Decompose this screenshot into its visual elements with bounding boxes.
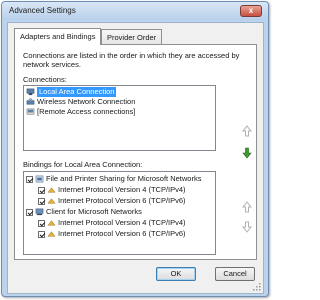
tab-adapters-and-bindings[interactable]: Adapters and Bindings <box>14 28 102 45</box>
list-item[interactable]: [Remote Access connections] <box>26 107 135 117</box>
move-up-arrow-icon[interactable] <box>240 124 254 138</box>
tab-panel: Connections are listed in the order in w… <box>14 44 257 260</box>
connection-label: Local Area Connection <box>37 87 117 98</box>
file-printer-sharing-icon <box>35 175 44 183</box>
connections-list[interactable]: Local Area Connection Wireless Network C… <box>23 85 216 151</box>
tab-provider-order[interactable]: Provider Order <box>101 29 163 44</box>
remote-access-icon <box>26 108 35 115</box>
binding-label: Internet Protocol Version 4 (TCP/IPv4) <box>58 218 186 228</box>
wireless-adapter-icon <box>26 98 35 105</box>
bindings-label: Bindings for Local Area Connection: <box>23 160 143 169</box>
list-item[interactable]: Local Area Connection <box>26 87 117 98</box>
protocol-icon <box>47 231 56 237</box>
network-adapter-icon <box>26 88 35 96</box>
tree-item[interactable]: Internet Protocol Version 6 (TCP/IPv6) <box>38 196 186 206</box>
list-item[interactable]: Wireless Network Connection <box>26 97 135 107</box>
binding-label: Client for Microsoft Networks <box>46 207 142 217</box>
window-title: Advanced Settings <box>9 6 76 15</box>
binding-checkbox[interactable] <box>26 208 33 216</box>
ok-button[interactable]: OK <box>156 267 196 281</box>
close-button[interactable]: x <box>240 5 262 17</box>
tree-item[interactable]: Internet Protocol Version 4 (TCP/IPv4) <box>38 185 186 195</box>
binding-label: Internet Protocol Version 6 (TCP/IPv6) <box>58 229 186 239</box>
resize-grip-icon[interactable] <box>253 283 261 291</box>
tree-item[interactable]: Client for Microsoft Networks <box>26 207 142 217</box>
title-bar[interactable]: Advanced Settings x <box>2 2 268 20</box>
tree-item[interactable]: Internet Protocol Version 6 (TCP/IPv6) <box>38 229 186 239</box>
tab-label: Provider Order <box>107 33 157 42</box>
bindings-tree[interactable]: File and Printer Sharing for Microsoft N… <box>23 171 216 255</box>
cancel-button[interactable]: Cancel <box>215 267 255 281</box>
protocol-icon <box>47 187 56 193</box>
dialog-body: Adapters and Bindings Provider Order Con… <box>7 22 264 294</box>
connection-label: [Remote Access connections] <box>37 107 136 117</box>
tab-label: Adapters and Bindings <box>20 32 96 41</box>
protocol-icon <box>47 198 56 204</box>
binding-label: Internet Protocol Version 6 (TCP/IPv6) <box>58 196 186 206</box>
tree-item[interactable]: File and Printer Sharing for Microsoft N… <box>26 174 201 184</box>
move-down-arrow-icon[interactable] <box>240 220 254 234</box>
connections-label: Connections: <box>23 75 67 84</box>
client-icon <box>35 208 44 216</box>
connection-label: Wireless Network Connection <box>37 97 136 107</box>
binding-checkbox[interactable] <box>38 197 45 205</box>
advanced-settings-window: Advanced Settings x Adapters and Binding… <box>1 1 269 297</box>
description-text: Connections are listed in the order in w… <box>23 51 240 69</box>
move-up-arrow-icon[interactable] <box>240 200 254 214</box>
binding-label: Internet Protocol Version 4 (TCP/IPv4) <box>58 185 186 195</box>
binding-label: File and Printer Sharing for Microsoft N… <box>46 174 202 184</box>
tree-item[interactable]: Internet Protocol Version 4 (TCP/IPv4) <box>38 218 186 228</box>
binding-checkbox[interactable] <box>38 186 45 194</box>
binding-checkbox[interactable] <box>38 219 45 227</box>
move-down-arrow-icon[interactable] <box>240 146 254 160</box>
protocol-icon <box>47 220 56 226</box>
binding-checkbox[interactable] <box>26 175 33 183</box>
close-icon: x <box>248 6 254 15</box>
binding-checkbox[interactable] <box>38 230 45 238</box>
